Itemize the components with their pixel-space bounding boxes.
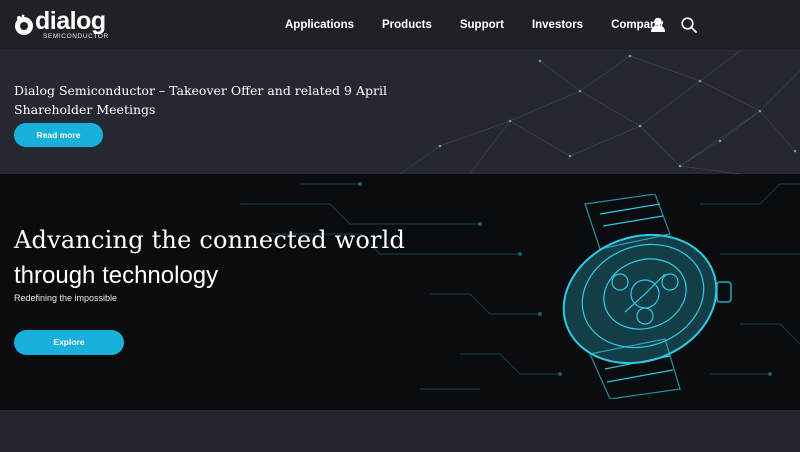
- nav-item-applications[interactable]: Applications: [285, 19, 354, 31]
- dialog-logo[interactable]: dialog SEMICONDUCTOR: [14, 7, 114, 43]
- nav-item-products[interactable]: Products: [382, 19, 432, 31]
- search-icon[interactable]: [680, 16, 698, 34]
- user-icon[interactable]: [649, 16, 667, 34]
- main-nav: Applications Products Support Investors …: [270, 0, 691, 50]
- logo-tagline: SEMICONDUCTOR: [43, 33, 109, 40]
- logo-wordmark: dialog: [35, 7, 106, 35]
- nav-item-support[interactable]: Support: [460, 19, 504, 31]
- announcement-title[interactable]: Dialog Semiconductor – Takeover Offer an…: [14, 81, 444, 119]
- smartwatch-image: [562, 194, 732, 399]
- announcement-banner: Dialog Semiconductor – Takeover Offer an…: [0, 51, 800, 174]
- hero-title-line1: Advancing the connected world: [14, 226, 406, 254]
- hero-title-line2: through technology: [14, 262, 219, 289]
- page-bottom-strip: [0, 410, 800, 452]
- hero-subtitle: Redefining the impossible: [14, 293, 118, 303]
- site-header: dialog SEMICONDUCTOR Applications Produc…: [0, 0, 800, 51]
- hero-section: Advancing the connected world through te…: [0, 174, 800, 410]
- explore-button[interactable]: Explore: [14, 330, 124, 355]
- read-more-button[interactable]: Read more: [14, 123, 103, 147]
- nav-item-investors[interactable]: Investors: [532, 19, 583, 31]
